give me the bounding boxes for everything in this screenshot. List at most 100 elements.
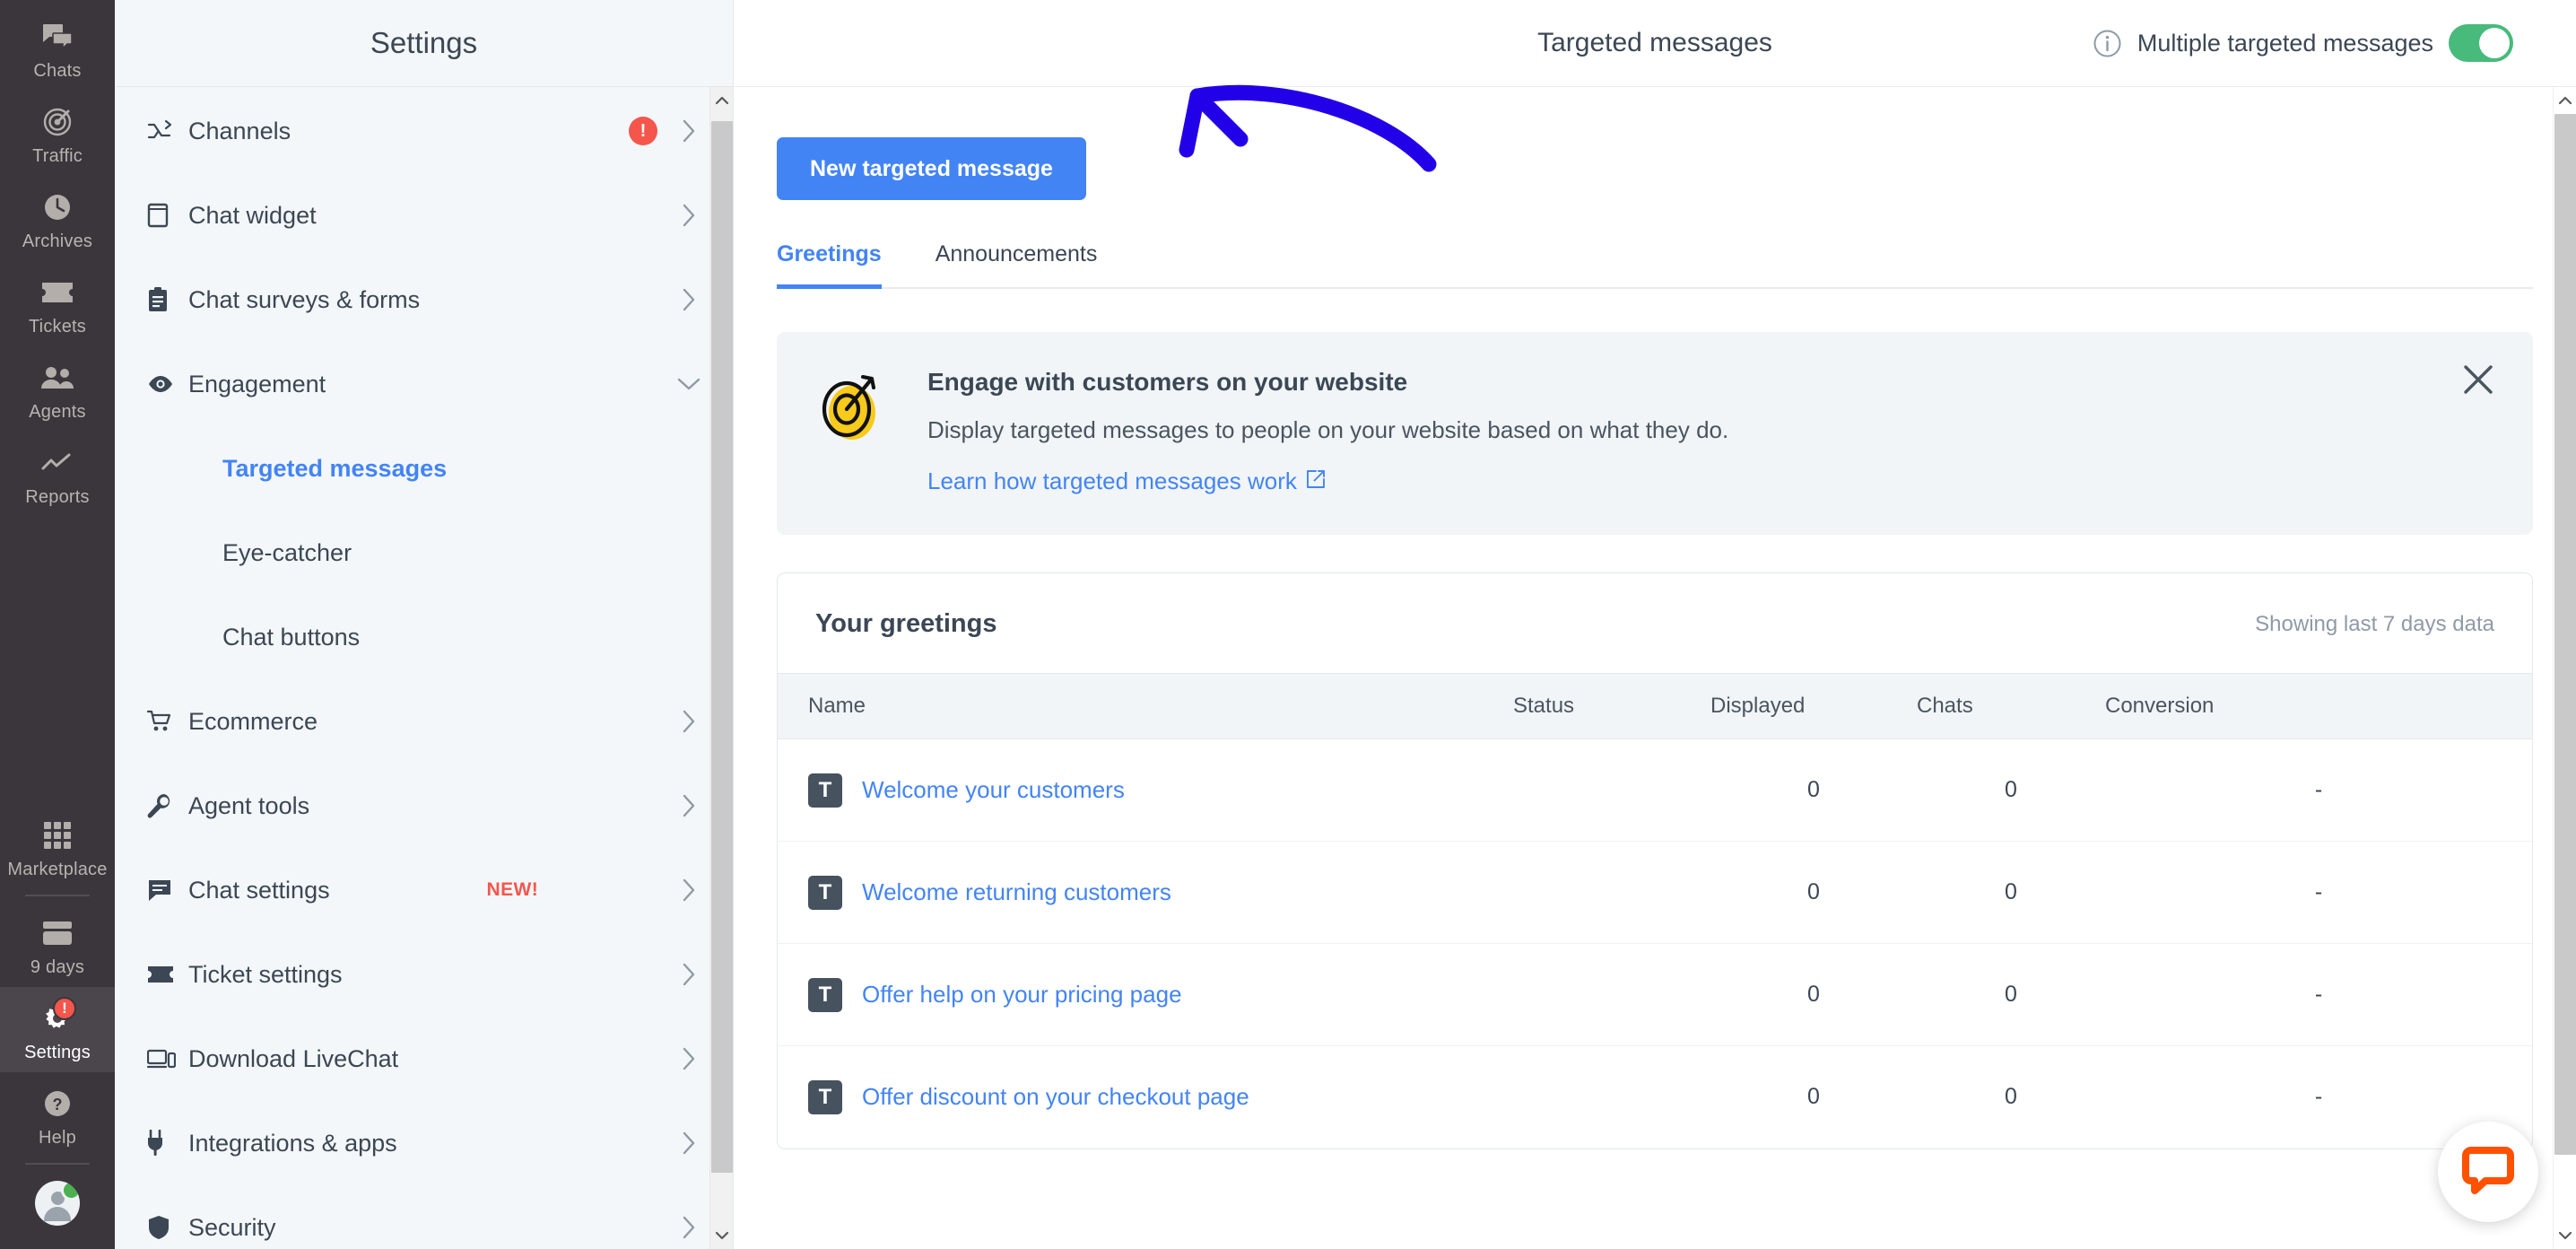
scroll-up-button[interactable] (710, 87, 734, 114)
tickets-icon (37, 274, 78, 311)
chevron-right-icon (677, 1131, 701, 1155)
settings-header: Settings (115, 0, 733, 87)
sidebar-item-ticket-settings[interactable]: Ticket settings (115, 932, 733, 1017)
settings-alert-badge: ! (53, 997, 76, 1020)
chevron-right-icon (677, 1216, 701, 1239)
cell-conversion: - (2105, 738, 2532, 842)
main-scrollbar[interactable] (2553, 87, 2576, 1249)
new-targeted-message-button[interactable]: New targeted message (777, 137, 1086, 200)
rail-divider (25, 895, 90, 896)
cell-chats: 0 (1917, 943, 2105, 1046)
table-row[interactable]: T Offer help on your pricing page 0 0 - (778, 943, 2532, 1046)
info-icon[interactable] (2093, 29, 2122, 58)
cell-name: T Offer discount on your checkout page (778, 1046, 1513, 1149)
table-header-row: Name Status Displayed Chats Conversion (778, 673, 2532, 739)
sidebar-subitem-label: Eye-catcher (222, 538, 352, 566)
greeting-name-link[interactable]: Welcome returning customers (862, 878, 1171, 906)
learn-more-link[interactable]: Learn how targeted messages work (927, 467, 1326, 495)
rail-item-tickets[interactable]: Tickets (0, 261, 115, 346)
name-cell: T Offer help on your pricing page (778, 977, 1513, 1012)
chevron-right-icon (677, 288, 701, 311)
sidebar-item-chat-buttons[interactable]: Chat buttons (115, 595, 733, 679)
eye-icon (147, 374, 188, 394)
channels-icon (147, 119, 188, 143)
rail-item-archives[interactable]: Archives (0, 176, 115, 261)
scroll-up-button[interactable] (2554, 87, 2576, 114)
multiple-targeted-messages-toggle[interactable] (2449, 24, 2513, 62)
rail-item-label: Tickets (29, 317, 86, 336)
content-tabs: Greetings Announcements (777, 241, 2533, 289)
sidebar-item-channels[interactable]: Channels ! (115, 89, 733, 173)
sidebar-item-label: Channels (188, 117, 292, 144)
security-icon (147, 1215, 188, 1240)
svg-text:?: ? (53, 1096, 63, 1114)
cell-status (1481, 943, 1710, 1046)
sidebar-item-label: Ticket settings (188, 960, 343, 988)
livechat-bubble-icon[interactable] (2438, 1122, 2538, 1222)
cell-status (1481, 841, 1710, 944)
rail-item-traffic[interactable]: Traffic (0, 91, 115, 176)
sidebar-item-integrations-apps[interactable]: Integrations & apps (115, 1101, 733, 1185)
chat-widget-icon (147, 203, 188, 228)
rail-item-settings[interactable]: ! Settings (0, 987, 115, 1072)
close-icon[interactable] (2461, 362, 2495, 397)
sidebar-item-label: Integrations & apps (188, 1129, 397, 1157)
scrollbar-track[interactable] (2554, 114, 2576, 1222)
rail-item-reports[interactable]: Reports (0, 432, 115, 517)
scroll-down-button[interactable] (710, 1222, 734, 1249)
greetings-card: Your greetings Showing last 7 days data … (777, 572, 2533, 1149)
reports-icon (37, 444, 78, 482)
table-row[interactable]: T Welcome returning customers 0 0 - (778, 841, 2532, 944)
rail-item-label: Traffic (32, 146, 83, 166)
sidebar-item-security[interactable]: Security (115, 1185, 733, 1249)
sidebar-item-targeted-messages[interactable]: Targeted messages (115, 426, 733, 511)
rail-item-agents[interactable]: Agents (0, 346, 115, 432)
sidebar-item-label: Chat settings (188, 876, 330, 904)
rail-item-trial-days[interactable]: 9 days (0, 902, 115, 987)
header-controls: Multiple targeted messages (2093, 24, 2549, 62)
main-content: Targeted messages Multiple targeted mess… (734, 0, 2576, 1249)
avatar-body (44, 1207, 71, 1221)
sidebar-item-label: Engagement (188, 370, 326, 397)
greeting-name-link[interactable]: Offer help on your pricing page (862, 981, 1182, 1009)
toggle-knob (1481, 895, 1510, 925)
settings-scrollbar[interactable] (709, 87, 733, 1249)
rail-item-label: Archives (22, 231, 93, 251)
sidebar-item-label: Agent tools (188, 791, 310, 819)
scrollbar-track[interactable] (710, 114, 734, 1222)
wrench-icon (147, 793, 188, 818)
learn-more-link-label: Learn how targeted messages work (927, 467, 1297, 494)
engage-banner: Engage with customers on your website Di… (777, 332, 2533, 535)
main-header: Targeted messages Multiple targeted mess… (734, 0, 2576, 87)
rail-item-marketplace[interactable]: Marketplace (0, 804, 115, 889)
sidebar-item-download-livechat[interactable]: Download LiveChat (115, 1017, 733, 1101)
rail-item-chats[interactable]: Chats (0, 5, 115, 91)
cell-conversion: - (2105, 943, 2532, 1046)
sidebar-item-label: Chat widget (188, 201, 317, 229)
sidebar-item-eye-catcher[interactable]: Eye-catcher (115, 511, 733, 595)
column-header-name: Name (778, 673, 1513, 739)
sidebar-item-ecommerce[interactable]: Ecommerce (115, 679, 733, 764)
chat-settings-new-badge: NEW! (486, 879, 539, 900)
devices-icon (147, 1048, 188, 1070)
tab-announcements[interactable]: Announcements (936, 241, 1098, 287)
greeting-name-link[interactable]: Welcome your customers (862, 776, 1125, 804)
cell-displayed: 0 (1710, 841, 1917, 944)
table-row[interactable]: T Welcome your customers 0 0 - (778, 738, 2532, 842)
scrollbar-thumb[interactable] (2554, 114, 2576, 1155)
table-row[interactable]: T Offer discount on your checkout page 0… (778, 1046, 2532, 1149)
avatar[interactable] (35, 1181, 80, 1226)
tab-greetings[interactable]: Greetings (777, 241, 882, 289)
sidebar-item-chat-settings[interactable]: Chat settings NEW! (115, 848, 733, 932)
chevron-right-icon (677, 1047, 701, 1070)
rail-item-label: Settings (24, 1043, 91, 1062)
sidebar-item-chat-widget[interactable]: Chat widget (115, 173, 733, 258)
sidebar-item-agent-tools[interactable]: Agent tools (115, 764, 733, 848)
greeting-name-link[interactable]: Offer discount on your checkout page (862, 1083, 1249, 1111)
scrollbar-thumb[interactable] (710, 121, 733, 1173)
sidebar-item-chat-surveys-forms[interactable]: Chat surveys & forms (115, 258, 733, 342)
scroll-down-button[interactable] (2554, 1222, 2576, 1249)
status-online-dot (61, 1181, 80, 1201)
rail-item-help[interactable]: ? Help (0, 1072, 115, 1157)
sidebar-item-engagement[interactable]: Engagement (115, 342, 733, 426)
